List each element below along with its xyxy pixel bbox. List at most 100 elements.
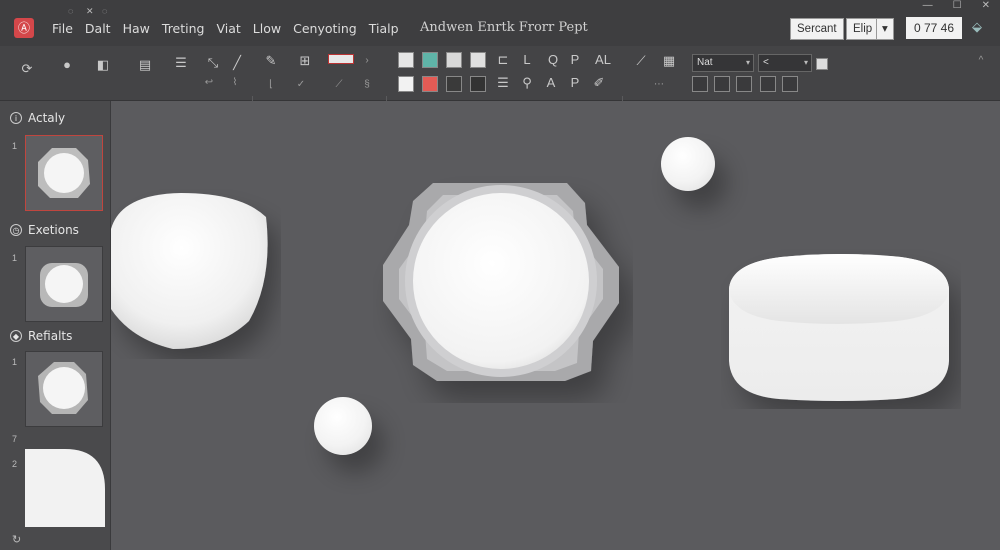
text-al-tool[interactable]: AL bbox=[592, 51, 614, 69]
paint-icon: ◆ bbox=[10, 330, 22, 342]
section-header-refialts[interactable]: ◆ Refialts bbox=[10, 329, 72, 343]
collapse-ribbon-icon[interactable]: ^ bbox=[972, 52, 990, 70]
stroke-swatch[interactable] bbox=[328, 54, 354, 64]
qat-close-icon[interactable]: ✕ bbox=[86, 6, 94, 17]
fill-pale-swatch[interactable] bbox=[470, 52, 486, 68]
swatch-black[interactable] bbox=[470, 76, 486, 92]
refresh-icon[interactable]: ↻ bbox=[12, 533, 21, 546]
thumb-number: 1 bbox=[12, 357, 18, 367]
layers-icon[interactable]: ◧ bbox=[94, 56, 112, 74]
app-logo-icon[interactable]: Ⓐ bbox=[14, 18, 34, 38]
info-icon: i bbox=[10, 112, 22, 124]
menu-file[interactable]: File bbox=[52, 21, 73, 36]
list-icon[interactable]: ☰ bbox=[172, 54, 190, 72]
swatch-red[interactable] bbox=[422, 76, 438, 92]
qat-redo-icon[interactable]: ◌ bbox=[102, 6, 107, 16]
thumbnail-rounded-square[interactable] bbox=[25, 246, 103, 322]
section-title: Refialts bbox=[28, 329, 73, 343]
octagon-shape-thumb bbox=[38, 148, 90, 198]
box-icon-5[interactable] bbox=[782, 76, 798, 92]
menu-tialp[interactable]: Tialp bbox=[369, 21, 399, 36]
thumb-number: 1 bbox=[12, 253, 18, 263]
search-icon[interactable]: ⚲ bbox=[518, 74, 536, 92]
elip-button[interactable]: Elip bbox=[846, 18, 880, 40]
qat-undo-icon[interactable]: ◌ bbox=[68, 6, 73, 16]
box-icon-3[interactable] bbox=[736, 76, 752, 92]
menu-llow[interactable]: Llow bbox=[253, 21, 281, 36]
small-circle-bottom[interactable] bbox=[314, 397, 372, 455]
s-icon[interactable]: § bbox=[358, 76, 376, 94]
clock-icon: ◷ bbox=[10, 224, 22, 236]
menu-bar: File Dalt Haw Treting Viat Llow Cenyotin… bbox=[52, 21, 411, 36]
title-bar: Ⓐ ◌ ✕ ◌ File Dalt Haw Treting Viat Llow … bbox=[0, 0, 1000, 46]
menu-treting[interactable]: Treting bbox=[162, 21, 205, 36]
octagon-frame-shape[interactable] bbox=[373, 163, 633, 403]
transform-icon[interactable]: ⤡ bbox=[204, 54, 222, 72]
minimize-icon[interactable]: — bbox=[923, 0, 933, 11]
small-circle-top[interactable] bbox=[661, 137, 715, 191]
pen-icon[interactable]: ✎ bbox=[262, 52, 280, 70]
rounded-square-shape-thumb bbox=[40, 263, 88, 307]
box-icon-4[interactable] bbox=[760, 76, 776, 92]
rounded-corner-shape-thumb bbox=[25, 449, 105, 527]
transform-icon[interactable]: ⊏ bbox=[494, 51, 512, 69]
flower-shape-thumb bbox=[38, 362, 88, 414]
document-title: Andwen Enrtk Frorr Pept bbox=[420, 20, 588, 35]
text-q-tool[interactable]: Q bbox=[544, 51, 562, 69]
curve-icon[interactable]: ↩ bbox=[200, 74, 218, 92]
option-checkbox[interactable] bbox=[816, 58, 828, 70]
page-icon[interactable]: ▤ bbox=[136, 56, 154, 74]
section-title: Actaly bbox=[28, 111, 66, 125]
menu-haw[interactable]: Haw bbox=[123, 21, 150, 36]
menu-viat[interactable]: Viat bbox=[216, 21, 240, 36]
maximize-icon[interactable]: ☐ bbox=[953, 0, 962, 11]
align-icon[interactable]: ☰ bbox=[494, 74, 512, 92]
bucket-icon[interactable]: ● bbox=[58, 56, 76, 74]
thumb-number: 1 bbox=[12, 141, 18, 151]
menu-dalt[interactable]: Dalt bbox=[85, 21, 111, 36]
thumbnail-rounded-corner[interactable] bbox=[25, 449, 105, 527]
knife-icon[interactable]: ⟋ bbox=[632, 52, 650, 70]
stroke-icon[interactable]: ⌇ bbox=[226, 74, 244, 92]
section-header-actaly[interactable]: i Actaly bbox=[10, 111, 65, 125]
text-l-tool[interactable]: L bbox=[518, 51, 536, 69]
rounded-slab-shape[interactable] bbox=[721, 249, 961, 409]
item-number: 7 bbox=[12, 434, 18, 444]
swatch-white[interactable] bbox=[398, 76, 414, 92]
grid-icon[interactable]: ⊞ bbox=[296, 52, 314, 70]
size-select[interactable]: < ▾ bbox=[758, 54, 812, 72]
dots-icon[interactable]: ⋯ bbox=[650, 76, 668, 94]
thumbnail-octagon[interactable] bbox=[25, 135, 103, 211]
fill-teal-swatch[interactable] bbox=[422, 52, 438, 68]
section-header-exetions[interactable]: ◷ Exetions bbox=[10, 223, 79, 237]
font-style-select[interactable]: Nat ▾ bbox=[692, 54, 754, 72]
line-icon[interactable]: ╱ bbox=[228, 54, 246, 72]
close-window-icon[interactable]: ✕ bbox=[982, 0, 990, 11]
fill-light-swatch[interactable] bbox=[446, 52, 462, 68]
window-controls: — ☐ ✕ bbox=[923, 0, 990, 11]
ribbon-toolbar: ⟳ ● ◧ ▤ ☰ ⤡ ╱ ↩ ⌇ ✎ ⊞ › ⌊ ✓ ⟋ § ⊏ L Q P … bbox=[0, 46, 1000, 140]
rounded-blob-shape[interactable] bbox=[111, 189, 281, 359]
table-icon[interactable]: ▦ bbox=[660, 52, 678, 70]
dropdown-button[interactable]: ▾ bbox=[876, 18, 894, 40]
text-a-tool[interactable]: A bbox=[542, 74, 560, 92]
diagonal-icon[interactable]: ⟋ bbox=[330, 76, 348, 94]
menu-cenyoting[interactable]: Cenyoting bbox=[293, 21, 357, 36]
zoom-value[interactable]: 0 77 46 bbox=[906, 17, 962, 39]
swatch-dark[interactable] bbox=[446, 76, 462, 92]
check-icon[interactable]: ✓ bbox=[292, 76, 310, 94]
box-icon-1[interactable] bbox=[692, 76, 708, 92]
thumbnail-flower[interactable] bbox=[25, 351, 103, 427]
left-panel: i Actaly 1 ◷ Exetions 1 ◆ Refialts 1 7 2 bbox=[0, 101, 111, 550]
help-icon[interactable]: ⬙ bbox=[972, 19, 986, 34]
lasso-icon[interactable]: ⟳ bbox=[18, 60, 36, 78]
eyedropper-icon[interactable]: ✐ bbox=[590, 74, 608, 92]
bracket-icon[interactable]: ⌊ bbox=[262, 76, 280, 94]
more-icon[interactable]: › bbox=[358, 52, 376, 70]
drawing-canvas[interactable] bbox=[111, 101, 1000, 550]
sercant-button[interactable]: Sercant bbox=[790, 18, 844, 40]
box-icon-2[interactable] bbox=[714, 76, 730, 92]
text-p2-tool[interactable]: P bbox=[566, 74, 584, 92]
text-p-tool[interactable]: P bbox=[566, 51, 584, 69]
fill-white-swatch[interactable] bbox=[398, 52, 414, 68]
